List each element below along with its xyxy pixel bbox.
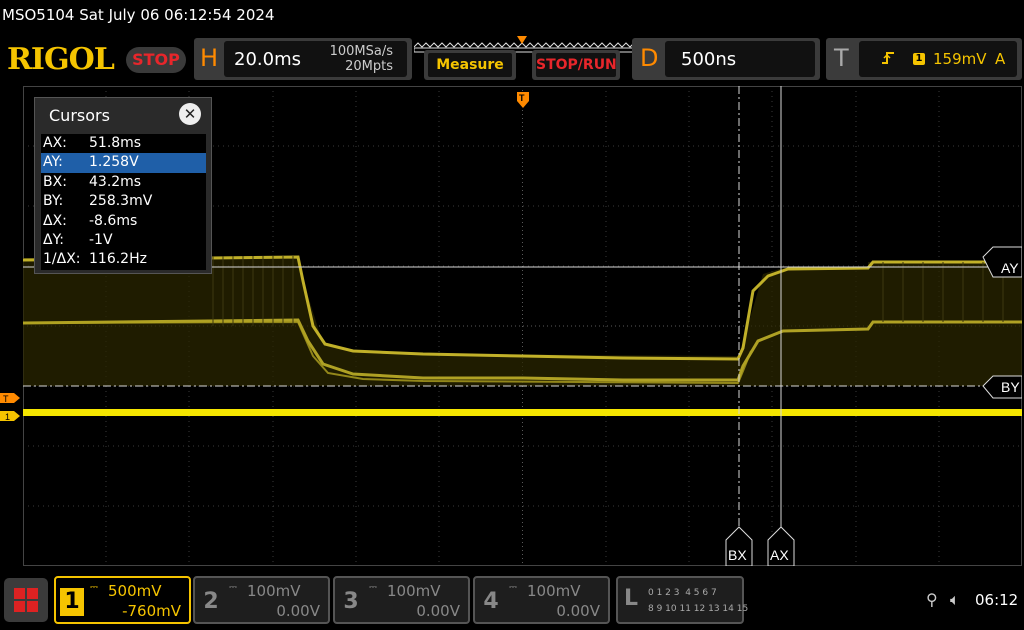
cursor-readout-key: ΔX: xyxy=(43,212,67,229)
cursor-readout-row[interactable]: BY: 258.3mV xyxy=(41,192,206,211)
close-icon[interactable]: ✕ xyxy=(179,103,201,125)
title-bar: MSO5104 Sat July 06 06:12:54 2024 xyxy=(0,0,1024,32)
channel-2-box[interactable]: ⎓ 2 100mV 0.00V xyxy=(193,576,330,624)
channel-4-box[interactable]: ⎓ 4 100mV 0.00V xyxy=(473,576,610,624)
cursor-readout-value: -1V xyxy=(89,231,113,248)
cursor-by-tag-label: BY xyxy=(1001,379,1020,395)
channel-1-box[interactable]: ⎓ 1 500mV -760mV xyxy=(54,576,191,624)
cursor-readout-value: 258.3mV xyxy=(89,193,153,210)
home-menu-button[interactable] xyxy=(4,578,48,622)
left-level-markers: T 1 xyxy=(0,393,20,422)
cursor-readout-row[interactable]: AY: 1.258V xyxy=(41,153,206,173)
trigger-settings[interactable]: T 1 159mV A xyxy=(826,38,1022,80)
trigger-letter: T xyxy=(834,44,849,72)
usb-icon: ⚲ xyxy=(926,590,938,609)
cursor-readout-row[interactable]: 1/ΔX: 116.2Hz xyxy=(41,250,206,269)
delay-settings[interactable]: D 500ns xyxy=(632,38,820,80)
channel-scale: 100mV xyxy=(527,582,581,600)
logic-bits-row1: 0 1 2 3 4 5 6 7 xyxy=(648,588,717,598)
channel-number: 1 xyxy=(60,588,84,616)
clock: 06:12 xyxy=(975,591,1019,609)
trigger-mode: A xyxy=(995,50,1006,68)
bottom-status-bar: ⎓ 1 500mV -760mV ⎓ 2 100mV 0.00V ⎓ 3 100mV 0.00V ⎓ 4 1… xyxy=(0,574,1024,630)
cursor-readout-key: 1/ΔX: xyxy=(43,251,81,268)
cursor-readout-row[interactable]: ΔX: -8.6ms xyxy=(41,212,206,231)
delay-letter: D xyxy=(640,44,659,72)
channel1-baseline-trace xyxy=(23,409,1022,416)
dc-coupling-icon: ⎓ xyxy=(509,582,517,593)
memory-position-strip xyxy=(413,36,635,53)
cursors-panel-title: Cursors xyxy=(49,106,110,125)
memory-depth: 20Mpts xyxy=(345,59,393,74)
horizontal-letter: H xyxy=(200,44,219,72)
top-control-bar: RIGOL STOP H 20.0ms 100MSa/s 20Mpts Meas… xyxy=(0,36,1024,86)
delay-inner: 500ns xyxy=(665,41,815,77)
trigger-position-label: T xyxy=(519,93,525,103)
dc-coupling-icon: ⎓ xyxy=(369,582,377,593)
logic-channel-box[interactable]: L 0 1 2 3 4 5 6 7 8 9 10 11 12 13 14 15 xyxy=(616,576,748,624)
cursors-panel[interactable]: Cursors ✕ AX: 51.8ms AY: 1.258V BX: 43.2ms BY:… xyxy=(34,97,212,274)
channel-number: 4 xyxy=(483,589,499,614)
stop-run-label: STOP/RUN xyxy=(536,53,617,77)
delay-value: 500ns xyxy=(681,49,737,70)
channel-number: 2 xyxy=(203,589,219,614)
cursor-readout-key: AX: xyxy=(43,135,67,151)
channel1-offset-marker-label: 1 xyxy=(5,412,10,422)
cursor-bx-tag-label: BX xyxy=(728,547,747,563)
cursor-readout-value: -8.6ms xyxy=(89,212,138,229)
sample-info: 100MSa/s 20Mpts xyxy=(330,44,393,74)
cursor-readout-row[interactable]: BX: 43.2ms xyxy=(41,173,206,192)
trigger-level-marker-label: T xyxy=(3,394,9,404)
device-title: MSO5104 Sat July 06 06:12:54 2024 xyxy=(2,6,275,24)
cursor-readout-row[interactable]: AX: 51.8ms xyxy=(41,134,206,153)
horizontal-inner: 20.0ms 100MSa/s 20Mpts xyxy=(224,41,407,77)
channel-scale: 500mV xyxy=(108,582,162,600)
trigger-inner: 1 159mV A xyxy=(859,41,1017,77)
logic-letter: L xyxy=(624,586,639,611)
timebase-value: 20.0ms xyxy=(234,49,301,70)
channel-number: 3 xyxy=(343,589,359,614)
grid-icon xyxy=(14,588,38,612)
cursor-ay-tag-label: AY xyxy=(1001,260,1019,276)
cursor-ax-tag-label: AX xyxy=(770,547,789,563)
cursor-readout-key: BX: xyxy=(43,173,67,190)
trigger-position-marker xyxy=(517,36,527,44)
cursor-readout-value: 1.258V xyxy=(89,154,139,171)
trigger-source-badge: 1 xyxy=(913,53,925,65)
dc-coupling-icon: ⎓ xyxy=(90,582,98,593)
channel-offset: 0.00V xyxy=(556,602,600,620)
speaker-icon[interactable]: 🔈︎ xyxy=(950,590,960,610)
channel-offset: 0.00V xyxy=(276,602,320,620)
measure-button[interactable]: Measure xyxy=(424,50,516,80)
rigol-logo: RIGOL xyxy=(7,42,115,77)
sample-rate: 100MSa/s xyxy=(329,44,393,59)
channel-offset: -760mV xyxy=(122,602,181,620)
cursor-readout-table: AX: 51.8ms AY: 1.258V BX: 43.2ms BY: 258.3mV ΔX:… xyxy=(41,134,206,270)
run-state-badge[interactable]: STOP xyxy=(126,47,186,73)
cursor-readout-key: AY: xyxy=(43,154,63,171)
horizontal-settings[interactable]: H 20.0ms 100MSa/s 20Mpts xyxy=(194,38,412,80)
measure-label: Measure xyxy=(428,53,512,77)
cursor-readout-key: BY: xyxy=(43,193,64,210)
cursor-readout-value: 51.8ms xyxy=(89,135,142,151)
cursor-readout-key: ΔY: xyxy=(43,231,64,248)
cursor-readout-value: 43.2ms xyxy=(89,173,142,190)
cursor-readout-value: 116.2Hz xyxy=(89,251,147,268)
channel-offset: 0.00V xyxy=(416,602,460,620)
channel-scale: 100mV xyxy=(247,582,301,600)
trigger-level: 159mV xyxy=(933,50,987,68)
cursor-readout-row[interactable]: ΔY: -1V xyxy=(41,231,206,250)
stop-run-button[interactable]: STOP/RUN xyxy=(532,50,620,80)
logic-bits-row2: 8 9 10 11 12 13 14 15 xyxy=(648,604,749,614)
rising-edge-icon xyxy=(881,50,895,70)
channel-3-box[interactable]: ⎓ 3 100mV 0.00V xyxy=(333,576,470,624)
channel-scale: 100mV xyxy=(387,582,441,600)
dc-coupling-icon: ⎓ xyxy=(229,582,237,593)
